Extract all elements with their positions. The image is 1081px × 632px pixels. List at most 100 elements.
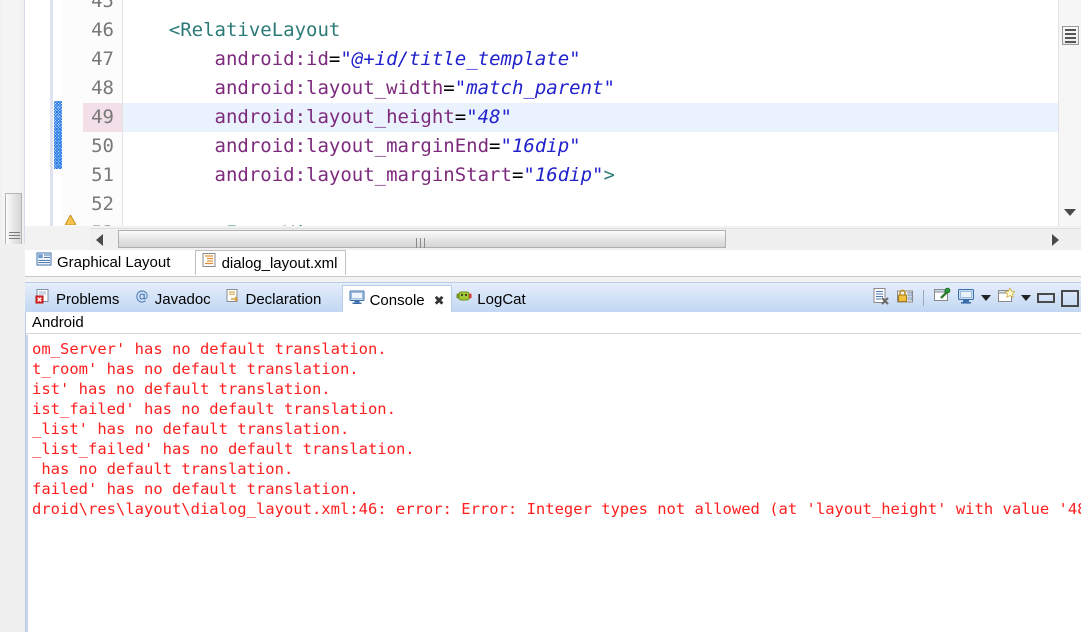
left-panel-filler <box>0 244 25 632</box>
editor-tab-dialog-layout-xml[interactable]: dialog_layout.xml <box>194 250 346 276</box>
console-line: _list' has no default translation. <box>32 420 350 438</box>
problems-icon <box>35 285 51 315</box>
left-vertical-scrollbar-track[interactable] <box>2 0 22 285</box>
line-number-gutter: 45 46 47 48 49 50 51 52 53 <box>62 0 123 226</box>
view-tab-label: LogCat <box>477 291 526 308</box>
scroll-lock-icon[interactable] <box>896 287 914 310</box>
scroll-down-arrow-icon[interactable] <box>1064 209 1076 216</box>
code-token-attr: android:layout_height <box>123 106 455 128</box>
javadoc-icon: @ <box>134 285 150 315</box>
clear-console-icon[interactable] <box>872 287 890 310</box>
code-token-val: "48" <box>466 106 512 128</box>
left-view-bar <box>0 0 25 285</box>
display-console-icon[interactable] <box>957 287 975 310</box>
line-number: 53 <box>91 219 114 226</box>
xml-file-icon <box>201 251 217 276</box>
line-number: 46 <box>91 19 114 41</box>
line-number: 52 <box>91 193 114 215</box>
scroll-right-arrow-icon[interactable] <box>1052 234 1059 246</box>
scrollbar-grip-icon <box>9 232 20 241</box>
scroll-left-arrow-icon[interactable] <box>96 234 103 246</box>
code-token-val: "match_parent" <box>454 77 615 99</box>
code-line[interactable]: android:layout_marginStart="16dip"> <box>123 161 1081 190</box>
code-text-surface[interactable]: <RelativeLayout android:id="@+id/title_t… <box>123 0 1081 226</box>
editor-vertical-scrollbar[interactable] <box>1058 0 1081 226</box>
code-line[interactable] <box>123 190 1081 219</box>
console-view[interactable]: Android om_Server' has no default transl… <box>25 312 1081 632</box>
code-token-attr: android:layout_marginEnd <box>123 135 490 157</box>
view-tab-problems[interactable]: Problems <box>29 285 125 315</box>
pin-console-icon[interactable] <box>933 287 951 310</box>
editor-mode-tabbar: Graphical Layout dialog_layout.xml <box>25 250 1081 277</box>
console-line: t_room' has no default translation. <box>32 360 359 378</box>
console-line: droid\res\layout\dialog_layout.xml:46: e… <box>32 500 1081 518</box>
view-tab-logcat[interactable]: LogCat <box>450 285 531 315</box>
chevron-down-icon[interactable] <box>1021 295 1031 301</box>
maximize-icon[interactable] <box>1061 289 1079 307</box>
code-token-val: "16dip" <box>523 164 604 186</box>
console-line: ist_failed' has no default translation. <box>32 400 396 418</box>
line-number: 51 <box>91 164 114 186</box>
code-token-tag: <ImageView <box>123 222 329 226</box>
minimize-icon[interactable] <box>1037 293 1055 303</box>
code-token-punct: = <box>511 164 524 186</box>
code-token-tag: > <box>603 164 615 186</box>
svg-text:@: @ <box>135 289 148 304</box>
line-number: 50 <box>91 135 114 157</box>
xml-code-editor[interactable]: 45 46 47 48 49 50 51 52 53 <RelativeLayout andro… <box>25 0 1081 226</box>
view-tab-console[interactable]: Console ✖ <box>341 285 452 316</box>
code-token-attr: android:layout_marginStart <box>123 164 512 186</box>
chevron-down-icon[interactable] <box>981 295 991 301</box>
code-token-punct: = <box>454 106 467 128</box>
code-line[interactable]: android:id="@+id/title_template" <box>123 45 1081 74</box>
view-tab-label: Declaration <box>245 291 322 308</box>
code-token-tag: <RelativeLayout <box>123 19 341 41</box>
code-line[interactable]: <ImageView <box>123 219 1081 226</box>
code-line[interactable] <box>123 0 1081 16</box>
console-line: ist' has no default translation. <box>32 380 331 398</box>
eclipse-ide-window: 45 46 47 48 49 50 51 52 53 <RelativeLayout andro… <box>0 0 1081 632</box>
view-tab-declaration[interactable]: Declaration <box>219 285 328 315</box>
overview-ruler-icon[interactable] <box>1062 26 1079 45</box>
warning-marker-icon[interactable] <box>64 212 77 226</box>
console-line: om_Server' has no default translation. <box>32 340 387 358</box>
console-view-toolbar <box>872 284 1081 312</box>
console-line: failed' has no default translation. <box>32 480 359 498</box>
console-output[interactable]: om_Server' has no default translation. t_… <box>26 335 1081 632</box>
code-line[interactable]: <RelativeLayout <box>123 16 1081 45</box>
code-token-attr: android:id <box>123 48 329 70</box>
editor-tab-label: Graphical Layout <box>57 254 171 271</box>
line-number: 49 <box>83 103 122 132</box>
code-token-attr: android:layout_width <box>123 77 444 99</box>
code-token-punct: = <box>443 77 455 99</box>
console-name-label: Android <box>26 312 1081 334</box>
scrollbar-grip-icon <box>416 235 428 248</box>
toolbar-separator <box>923 290 924 306</box>
editor-tab-graphical-layout[interactable]: Graphical Layout <box>31 250 178 275</box>
view-tab-label: Javadoc <box>154 291 211 308</box>
view-tab-javadoc[interactable]: @ Javadoc <box>128 285 217 315</box>
console-line: _list_failed' has no default translation… <box>32 440 415 458</box>
editor-horizontal-scrollbar[interactable] <box>90 228 1081 251</box>
code-token-val: "@+id/title_template" <box>340 48 581 70</box>
code-token-punct: = <box>489 135 501 157</box>
code-line[interactable]: android:layout_width="match_parent" <box>123 74 1081 103</box>
line-number: 48 <box>91 77 114 99</box>
code-line[interactable]: android:layout_height="48" <box>123 103 1081 132</box>
line-number: 47 <box>91 48 114 70</box>
console-line: has no default translation. <box>32 460 294 478</box>
code-token-val: "16dip" <box>500 135 581 157</box>
declaration-icon <box>225 285 241 315</box>
line-number: 45 <box>91 0 114 12</box>
code-token-punct: = <box>328 48 341 70</box>
view-tab-label: Console <box>369 291 425 309</box>
new-console-icon[interactable] <box>997 286 1016 310</box>
horizontal-scrollbar-thumb[interactable] <box>118 230 726 248</box>
console-icon <box>349 286 365 316</box>
close-icon[interactable]: ✖ <box>434 286 445 316</box>
graphical-layout-icon <box>36 250 52 275</box>
code-line[interactable]: android:layout_marginEnd="16dip" <box>123 132 1081 161</box>
editor-tab-label: dialog_layout.xml <box>221 254 338 272</box>
logcat-icon <box>456 285 472 315</box>
view-tab-label: Problems <box>56 291 120 308</box>
